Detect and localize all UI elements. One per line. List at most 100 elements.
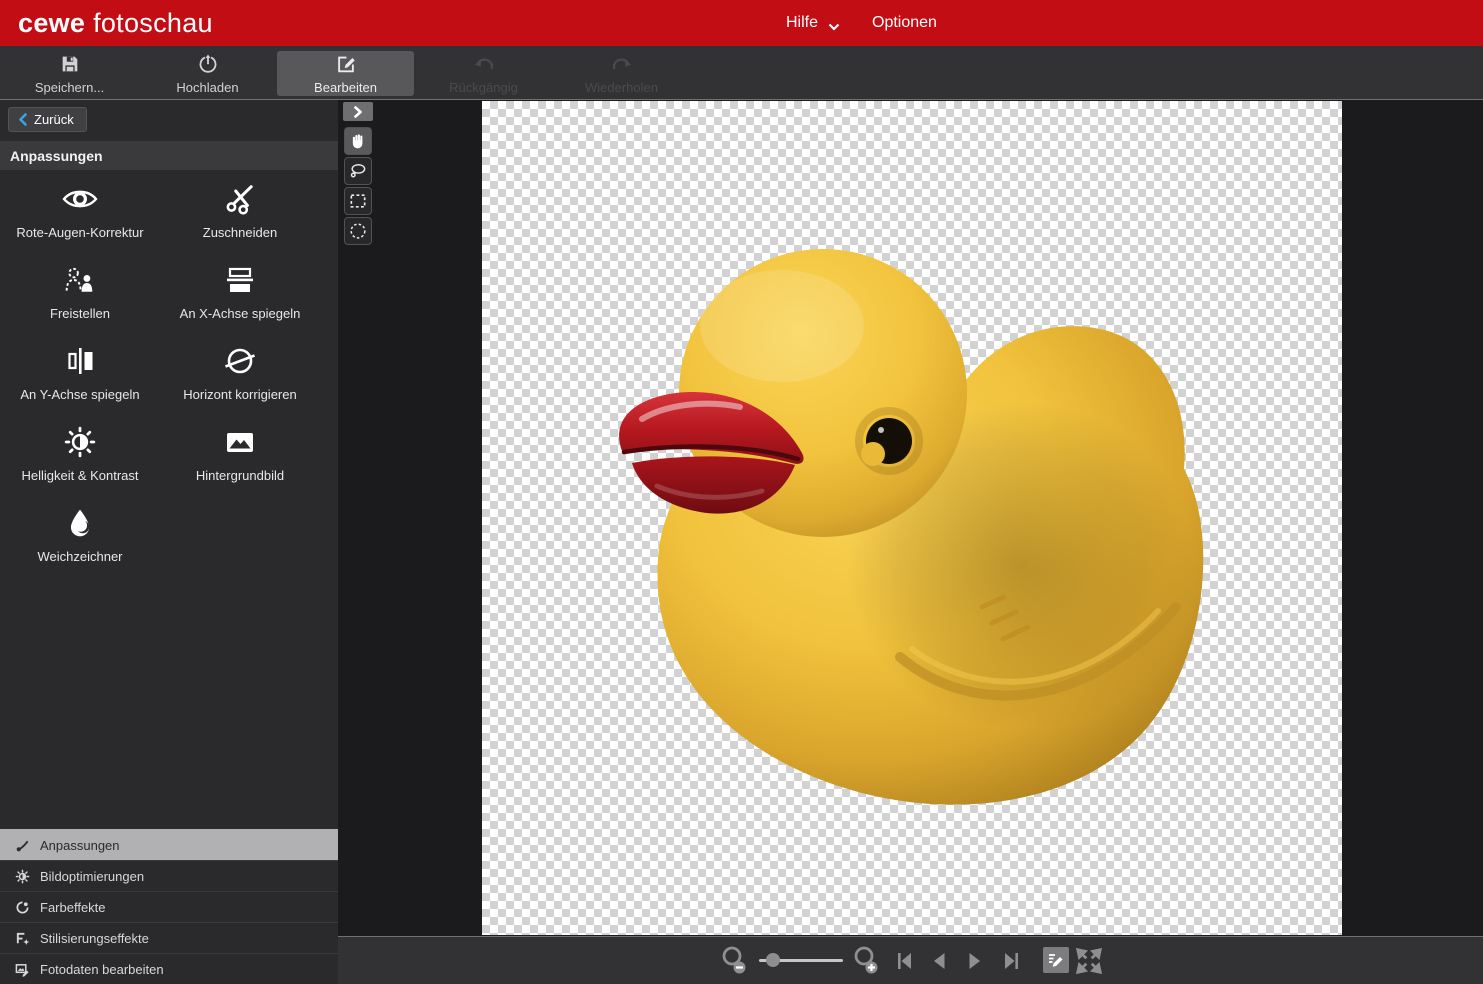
save-button-label: Speichern... [35,80,104,95]
tool-flip-y[interactable]: An Y-Achse spiegeln [0,338,160,419]
fullscreen-button[interactable] [1074,946,1104,976]
save-icon [59,53,81,75]
tool-background[interactable]: Hintergrundbild [160,419,320,500]
zoom-in-button[interactable] [850,944,884,978]
compare-edit-icon [1047,951,1065,969]
menu-optionen[interactable]: Optionen [872,14,937,32]
horizon-icon [223,343,257,379]
stylize-fx-icon [13,931,31,946]
first-photo-button[interactable] [894,950,914,972]
menu-hilfe[interactable]: Hilfe [786,14,840,32]
ellipse-select-icon [348,221,368,241]
redo-button-label: Wiederholen [585,80,658,95]
tool-label: Horizont korrigieren [183,387,296,402]
ellipse-select-tool-button[interactable] [344,217,372,245]
flip-y-icon [64,343,96,379]
canvas-image-rubber-duck[interactable] [482,101,1342,935]
sidebar-item-stilisierungseffekte[interactable]: Stilisierungseffekte [0,922,338,953]
sidebar: Zurück Anpassungen Rote-Augen-Korrektur [0,100,338,984]
last-photo-button[interactable] [1002,950,1022,972]
edit-button[interactable]: Bearbeiten [277,51,414,96]
blur-drop-icon [65,505,95,541]
brightness-icon [63,424,97,460]
main-toolbar: Speichern... Hochladen Bearbeiten [0,46,1483,100]
first-photo-icon [894,950,914,972]
edit-icon [335,53,357,75]
background-image-icon [223,424,257,460]
flip-x-icon [224,262,256,298]
chevron-down-icon [828,23,840,31]
previous-photo-button[interactable] [930,950,948,972]
sidebar-item-label: Bildoptimierungen [40,869,144,884]
upload-icon [197,53,219,75]
app-window: cewe fotoschau Hilfe Optionen [0,0,1483,984]
redo-icon [610,53,634,75]
compare-edit-button[interactable] [1043,947,1069,973]
menu-hilfe-label: Hilfe [786,14,818,32]
fullscreen-icon [1074,946,1104,976]
image-artboard[interactable] [482,101,1342,935]
tool-horizon[interactable]: Horizont korrigieren [160,338,320,419]
menu-optionen-label: Optionen [872,14,937,32]
chevron-right-icon [353,106,363,118]
editor-canvas [338,100,1483,936]
edit-button-label: Bearbeiten [314,80,377,95]
app-header: cewe fotoschau Hilfe Optionen [0,0,1483,46]
adjustments-tool-grid: Rote-Augen-Korrektur Zuschneiden [0,176,320,581]
zoom-in-icon [850,944,884,978]
adjustments-icon [13,838,31,853]
brand-bold: cewe [18,8,85,38]
tool-label: Hintergrundbild [196,468,284,483]
back-button[interactable]: Zurück [8,107,87,132]
tool-label: Helligkeit & Kontrast [21,468,138,483]
optimize-sun-icon [13,869,31,884]
undo-icon [472,53,496,75]
tool-label: Rote-Augen-Korrektur [16,225,143,240]
upload-button[interactable]: Hochladen [139,51,276,96]
zoom-slider-thumb[interactable] [766,953,780,967]
undo-button-label: Rückgängig [449,80,518,95]
next-photo-button[interactable] [966,950,984,972]
tool-cutout[interactable]: Freistellen [0,257,160,338]
sidebar-category-menu: Anpassungen Bildoptimierun [0,829,338,984]
rect-select-icon [348,191,368,211]
tool-flip-x[interactable]: An X-Achse spiegeln [160,257,320,338]
save-button[interactable]: Speichern... [1,51,138,96]
tool-red-eye[interactable]: Rote-Augen-Korrektur [0,176,160,257]
undo-button[interactable]: Rückgängig [415,51,552,96]
hand-tool-button[interactable] [344,127,372,155]
tool-label: Freistellen [50,306,110,321]
sidebar-item-anpassungen[interactable]: Anpassungen [0,829,338,860]
palette-collapse-button[interactable] [343,102,373,121]
upload-button-label: Hochladen [176,80,238,95]
tool-label: Zuschneiden [203,225,277,240]
chevron-left-icon [18,113,27,126]
brand-regular: fotoschau [93,8,213,38]
header-menu: Hilfe Optionen [786,0,937,46]
brand-logo: cewe fotoschau [18,8,213,39]
sidebar-item-label: Stilisierungseffekte [40,931,149,946]
tool-brightness[interactable]: Helligkeit & Kontrast [0,419,160,500]
sidebar-item-bildoptimierungen[interactable]: Bildoptimierungen [0,860,338,891]
redo-button[interactable]: Wiederholen [553,51,690,96]
last-photo-icon [1002,950,1022,972]
back-button-label: Zurück [34,112,74,127]
tool-label: An Y-Achse spiegeln [20,387,139,402]
sidebar-item-fotodaten[interactable]: Fotodaten bearbeiten [0,953,338,984]
lasso-tool-button[interactable] [344,157,372,185]
color-effects-icon [13,900,31,915]
previous-photo-icon [930,950,948,972]
zoom-out-icon [718,944,752,978]
tool-crop[interactable]: Zuschneiden [160,176,320,257]
statusbar [338,936,1483,984]
sidebar-item-farbeffekte[interactable]: Farbeffekte [0,891,338,922]
hand-icon [349,131,368,151]
sidebar-item-label: Fotodaten bearbeiten [40,962,164,977]
next-photo-icon [966,950,984,972]
tool-blur[interactable]: Weichzeichner [0,500,160,581]
tool-label: An X-Achse spiegeln [180,306,301,321]
sidebar-item-label: Anpassungen [40,838,120,853]
rect-select-tool-button[interactable] [344,187,372,215]
section-title: Anpassungen [0,141,338,170]
zoom-out-button[interactable] [718,944,752,978]
